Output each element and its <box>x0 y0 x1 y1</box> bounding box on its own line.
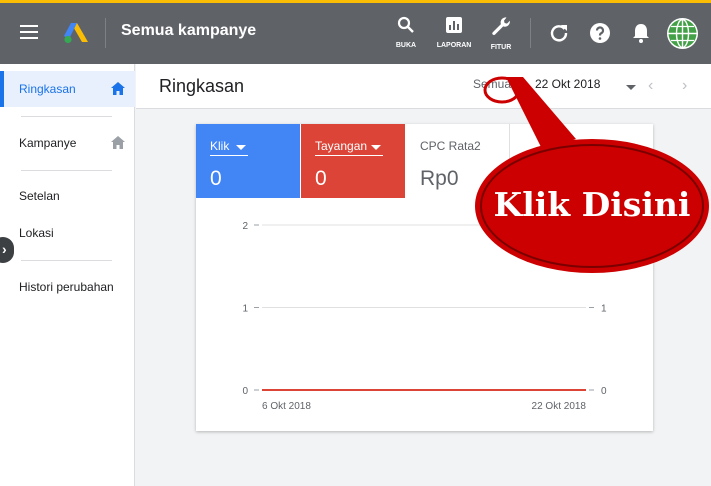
divider <box>530 18 531 48</box>
x-tick-label: 22 Okt 2018 <box>532 401 587 412</box>
sidebar-item-histori-perubahan[interactable]: Histori perubahan <box>0 269 135 305</box>
chevron-right-icon: › <box>2 241 7 257</box>
top-app-bar: Semua kampanye BUKA LAPORAN FITUR <box>0 0 711 64</box>
metric-label: Klik <box>210 139 230 153</box>
google-ads-logo <box>64 23 88 44</box>
metric-klik[interactable]: Klik 0 <box>196 124 300 198</box>
wrench-icon <box>492 17 510 35</box>
metric-tayangan[interactable]: Tayangan 0 <box>301 124 405 198</box>
hamburger-menu-icon[interactable] <box>20 25 40 41</box>
active-indicator <box>0 71 4 107</box>
divider <box>21 170 112 171</box>
page-context-title: Semua kampanye <box>121 22 257 39</box>
refresh-icon[interactable] <box>548 22 570 44</box>
tool-label: BUKA <box>395 42 417 49</box>
y-left-tick-label: 2 <box>242 221 248 232</box>
sidebar-item-ringkasan[interactable]: Ringkasan <box>0 71 135 107</box>
y-left-tick-label: 0 <box>242 386 248 397</box>
bell-icon[interactable] <box>630 22 652 44</box>
sidebar-item-lokasi[interactable]: Lokasi <box>0 215 135 251</box>
tool-label: FITUR <box>490 44 512 51</box>
metric-label: CPC Rata2 <box>420 139 481 153</box>
divider <box>105 18 106 48</box>
y-right-tick-label: 1 <box>601 304 607 315</box>
laporan-reports-button[interactable]: LAPORAN <box>433 16 475 56</box>
sidebar-item-label: Kampanye <box>19 136 77 150</box>
sidebar-item-label: Histori perubahan <box>19 280 114 294</box>
chevron-down-icon <box>371 145 381 150</box>
callout-text: Klik Disini <box>493 185 691 224</box>
metric-value: 0 <box>210 167 222 190</box>
sidebar-item-setelan[interactable]: Setelan <box>0 178 135 214</box>
x-tick-label: 6 Okt 2018 <box>262 401 311 412</box>
avatar[interactable] <box>667 18 698 49</box>
metric-label: Tayangan <box>315 139 368 153</box>
y-left-tick-label: 1 <box>242 304 248 315</box>
globe-avatar-icon <box>668 18 697 49</box>
tool-label: LAPORAN <box>436 42 472 49</box>
metric-value: Rp0 <box>420 167 459 190</box>
fitur-tools-button[interactable]: FITUR <box>480 16 522 56</box>
callout-bubble-shape <box>475 76 709 273</box>
divider <box>21 116 112 117</box>
home-icon <box>111 136 125 149</box>
chevron-down-icon <box>236 145 246 150</box>
help-icon[interactable] <box>589 22 611 44</box>
metric-value: 0 <box>315 167 327 190</box>
buka-search-button[interactable]: BUKA <box>385 16 427 56</box>
y-right-tick-label: 0 <box>601 386 607 397</box>
sidebar-item-kampanye[interactable]: Kampanye <box>0 125 135 161</box>
label-underline <box>315 155 383 156</box>
annotation-callout: Klik Disini <box>473 59 711 276</box>
sidebar-item-label: Lokasi <box>19 226 54 240</box>
page-title: Ringkasan <box>159 76 245 96</box>
search-icon <box>397 16 414 33</box>
sidebar-item-label: Ringkasan <box>19 82 76 96</box>
sidebar-nav: Ringkasan Kampanye Setelan Lokasi Histor… <box>0 64 135 486</box>
home-icon <box>111 82 125 95</box>
sidebar-item-label: Setelan <box>19 189 60 203</box>
label-underline <box>210 155 248 156</box>
bar-chart-icon <box>446 17 462 33</box>
accent-strip <box>0 0 711 3</box>
divider <box>21 260 112 261</box>
